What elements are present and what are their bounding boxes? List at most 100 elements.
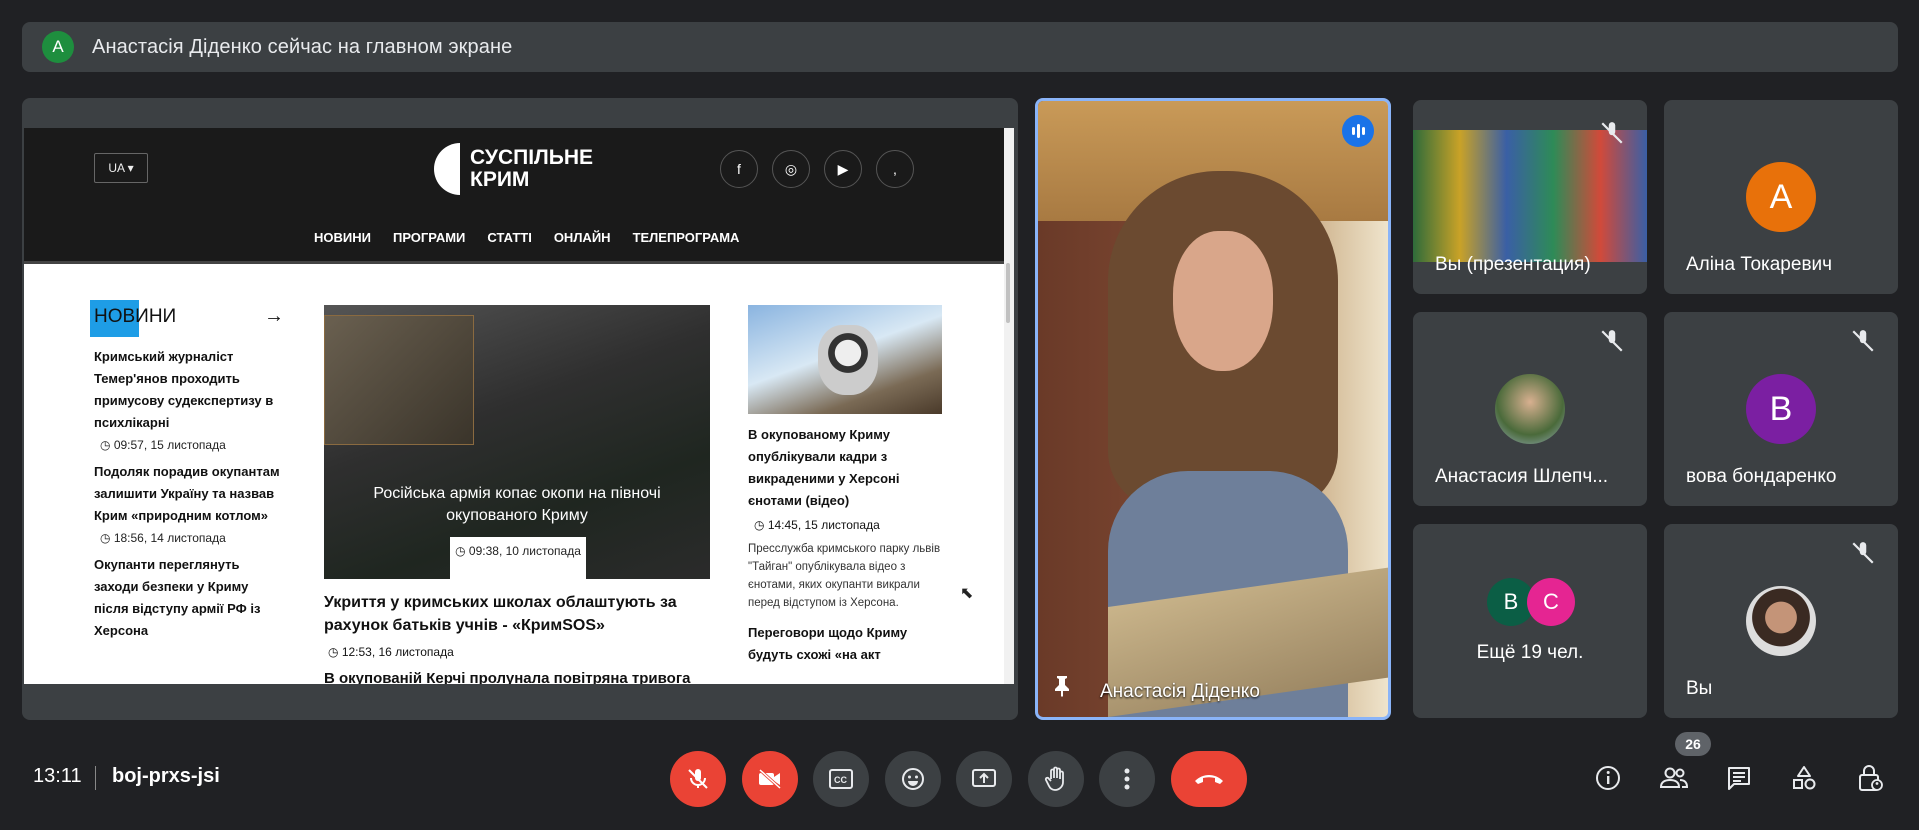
site-menu: НОВИНИ ПРОГРАМИ СТАТТІ ОНЛАЙН ТЕЛЕПРОГРА…	[314, 230, 739, 245]
list-item: Кримський журналіст Темер'янов проходить…	[94, 346, 284, 452]
tile-participant[interactable]: B вова бондаренко	[1664, 312, 1898, 506]
avatar: А	[1746, 162, 1816, 232]
tile-name: Ещё 19 чел.	[1476, 642, 1584, 663]
leave-call-button[interactable]	[1171, 751, 1247, 807]
avatar	[1495, 374, 1565, 444]
side-text: Пресслужба кримського парку львів "Тайга…	[748, 543, 941, 609]
news-title: Окупанти переглянуть заходи безпеки у Кр…	[94, 557, 261, 638]
speaker-name: Анастасія Діденко	[1100, 681, 1260, 702]
next-headline: В окупованій Керчі пролунала повітряна т…	[324, 670, 691, 684]
presenter-avatar: А	[42, 31, 74, 63]
site-menu-tv: ТЕЛЕПРОГРАМА	[632, 230, 740, 245]
list-item: Окупанти переглянуть заходи безпеки у Кр…	[94, 554, 284, 642]
featured-caption: Російська армія копає окопи на півночі о…	[373, 485, 661, 524]
social-more-icon: ,	[876, 150, 914, 188]
tile-name: Вы	[1686, 678, 1713, 699]
info-icon	[1596, 766, 1620, 790]
news-column: НОВИНИ → Кримський журналіст Темер'янов …	[90, 299, 284, 642]
presentation-tile[interactable]: UA ▾ СУСПІЛЬНЕ КРИМ f ◎ ▶ , НОВИНИ ПРОГР…	[22, 98, 1018, 720]
site-menu-programs: ПРОГРАМИ	[392, 230, 466, 245]
news-title: Кримський журналіст Темер'янов проходить…	[94, 349, 274, 430]
speaking-indicator-icon	[1342, 115, 1374, 147]
meeting-details-button[interactable]	[1590, 760, 1626, 796]
more-options-button[interactable]	[1099, 751, 1155, 807]
site-logo-line2: КРИМ	[470, 168, 530, 191]
site-menu-online: ОНЛАЙН	[553, 230, 611, 245]
hand-icon	[1044, 766, 1064, 791]
meeting-code: boj-prxs-jsi	[112, 765, 220, 787]
pin-icon[interactable]	[1052, 675, 1072, 703]
mic-off-icon	[1599, 328, 1629, 358]
reactions-button[interactable]	[885, 751, 941, 807]
avatar	[1746, 586, 1816, 656]
site-logo-line1: СУСПІЛЬНЕ	[470, 146, 594, 169]
featured-headline: Укриття у кримських школах облаштують за…	[324, 594, 677, 634]
raise-hand-button[interactable]	[1028, 751, 1084, 807]
captions-icon: CC	[829, 769, 853, 789]
hang-up-icon	[1195, 775, 1223, 784]
tile-name: Вы (презентация)	[1435, 254, 1591, 275]
news-title: Подоляк порадив окупантам залишити Украї…	[94, 464, 280, 523]
arrow-right-icon: →	[264, 305, 284, 327]
site-menu-articles: СТАТТІ	[487, 230, 532, 245]
featured-time: ◷ 12:53, 16 листопада	[328, 645, 454, 659]
site-scrollbar	[1004, 128, 1014, 684]
present-screen-icon	[972, 769, 996, 787]
people-icon	[1659, 767, 1689, 788]
facebook-icon: f	[720, 150, 758, 188]
mic-off-icon	[1850, 328, 1880, 358]
avatar: B	[1746, 374, 1816, 444]
tile-self[interactable]: Вы	[1664, 524, 1898, 718]
more-vert-icon	[1124, 768, 1130, 790]
mic-off-icon	[1599, 120, 1629, 150]
camera-off-icon	[758, 768, 782, 790]
side-next-headline: Переговори щодо Криму будуть схожі «на а…	[748, 625, 908, 662]
host-controls-button[interactable]	[1852, 760, 1888, 796]
shared-website: UA ▾ СУСПІЛЬНЕ КРИМ f ◎ ▶ , НОВИНИ ПРОГР…	[24, 128, 1014, 684]
chat-button[interactable]	[1721, 760, 1757, 796]
activities-icon	[1793, 766, 1816, 790]
mic-toggle-button[interactable]	[670, 751, 726, 807]
present-button[interactable]	[956, 751, 1012, 807]
site-lang-select: UA ▾	[94, 153, 148, 183]
tile-name: вова бондаренко	[1686, 466, 1837, 487]
presenting-banner: А Анастасія Діденко сейчас на главном эк…	[22, 22, 1898, 72]
tile-name: Аліна Токаревич	[1686, 254, 1833, 275]
tile-participant[interactable]: Анастасия Шлепч...	[1413, 312, 1647, 506]
tile-others[interactable]: B C Ещё 19 чел.	[1413, 524, 1647, 718]
camera-toggle-button[interactable]	[742, 751, 798, 807]
featured-column: Російська армія копає окопи на півночі о…	[324, 305, 712, 684]
side-column: В окупованому Криму опублікували кадри з…	[748, 305, 944, 666]
meeting-time: 13:11	[33, 765, 82, 787]
control-bar: 13:11 boj-prxs-jsi CC 26	[0, 732, 1919, 830]
list-item: Подоляк порадив окупантам залишити Украї…	[94, 461, 284, 545]
site-header: UA ▾ СУСПІЛЬНЕ КРИМ f ◎ ▶ , НОВИНИ ПРОГР…	[24, 128, 1014, 264]
side-headline: В окупованому Криму опублікували кадри з…	[748, 427, 900, 508]
lock-person-icon	[1859, 765, 1883, 791]
instagram-icon: ◎	[772, 150, 810, 188]
news-heading: НОВИНИ	[94, 305, 177, 327]
participants-count-badge: 26	[1675, 732, 1711, 756]
tile-participant[interactable]: А Аліна Токаревич	[1664, 100, 1898, 294]
presenting-text: Анастасія Діденко сейчас на главном экра…	[92, 35, 513, 58]
tile-name: Анастасия Шлепч...	[1435, 466, 1609, 487]
raccoon-image	[748, 305, 942, 414]
site-logo: СУСПІЛЬНЕ КРИМ	[434, 143, 593, 195]
svg-text:CC: CC	[834, 775, 847, 785]
chat-icon	[1728, 767, 1750, 790]
participants-button[interactable]	[1656, 760, 1692, 796]
mic-off-icon	[688, 769, 708, 789]
site-logo-mark	[434, 143, 460, 195]
tile-presentation-self[interactable]: Вы (презентация)	[1413, 100, 1647, 294]
active-speaker-tile[interactable]: Анастасія Діденко	[1035, 98, 1391, 720]
mic-off-icon	[1850, 540, 1880, 570]
side-time: ◷ 14:45, 15 листопада	[754, 518, 880, 532]
emoji-icon	[902, 768, 924, 790]
activities-button[interactable]	[1786, 760, 1822, 796]
divider	[95, 766, 96, 790]
captions-button[interactable]: CC	[813, 751, 869, 807]
youtube-icon: ▶	[824, 150, 862, 188]
avatar: C	[1527, 578, 1575, 626]
featured-date: ◷ 09:38, 10 листопада	[450, 537, 586, 579]
site-menu-news: НОВИНИ	[314, 230, 371, 245]
